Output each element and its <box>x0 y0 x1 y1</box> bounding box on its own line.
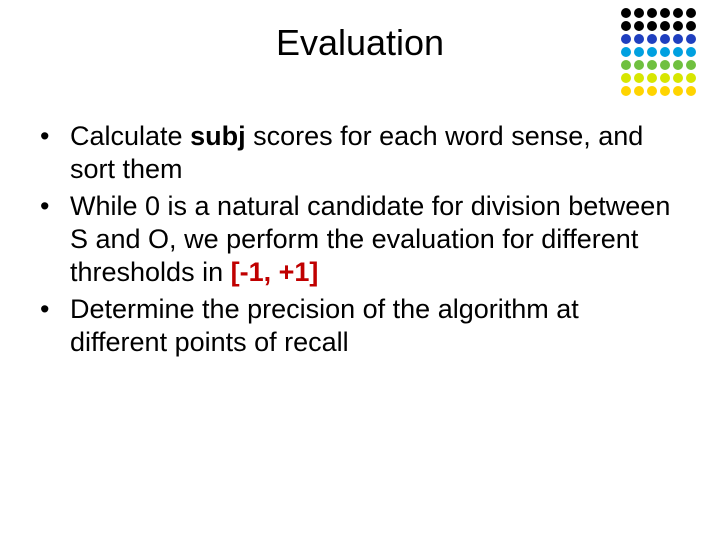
dot-icon <box>634 8 644 18</box>
dot-icon <box>686 8 696 18</box>
bullet-emphasis: subj <box>190 121 246 151</box>
bullet-text: While 0 is a natural candidate for divis… <box>70 191 670 287</box>
dot-icon <box>686 86 696 96</box>
bullet-item: Determine the precision of the algorithm… <box>32 293 680 359</box>
dot-icon <box>673 86 683 96</box>
dot-icon <box>634 86 644 96</box>
bullet-emphasis-range: [-1, +1] <box>231 257 319 287</box>
slide-title: Evaluation <box>0 22 720 64</box>
dot-icon <box>686 73 696 83</box>
dot-icon <box>647 86 657 96</box>
dot-icon <box>660 86 670 96</box>
bullet-text: Calculate <box>70 121 190 151</box>
dot-icon <box>673 8 683 18</box>
dot-icon <box>660 73 670 83</box>
dot-icon <box>621 8 631 18</box>
dot-icon <box>621 73 631 83</box>
slide-body: Calculate subj scores for each word sens… <box>32 120 680 363</box>
bullet-text: Determine the precision of the algorithm… <box>70 294 579 357</box>
dot-icon <box>647 73 657 83</box>
bullet-item: Calculate subj scores for each word sens… <box>32 120 680 186</box>
dot-icon <box>621 86 631 96</box>
dot-icon <box>647 8 657 18</box>
dot-icon <box>634 73 644 83</box>
dot-icon <box>660 8 670 18</box>
slide: Evaluation Calculate subj scores for eac… <box>0 0 720 540</box>
bullet-item: While 0 is a natural candidate for divis… <box>32 190 680 289</box>
dot-icon <box>673 73 683 83</box>
